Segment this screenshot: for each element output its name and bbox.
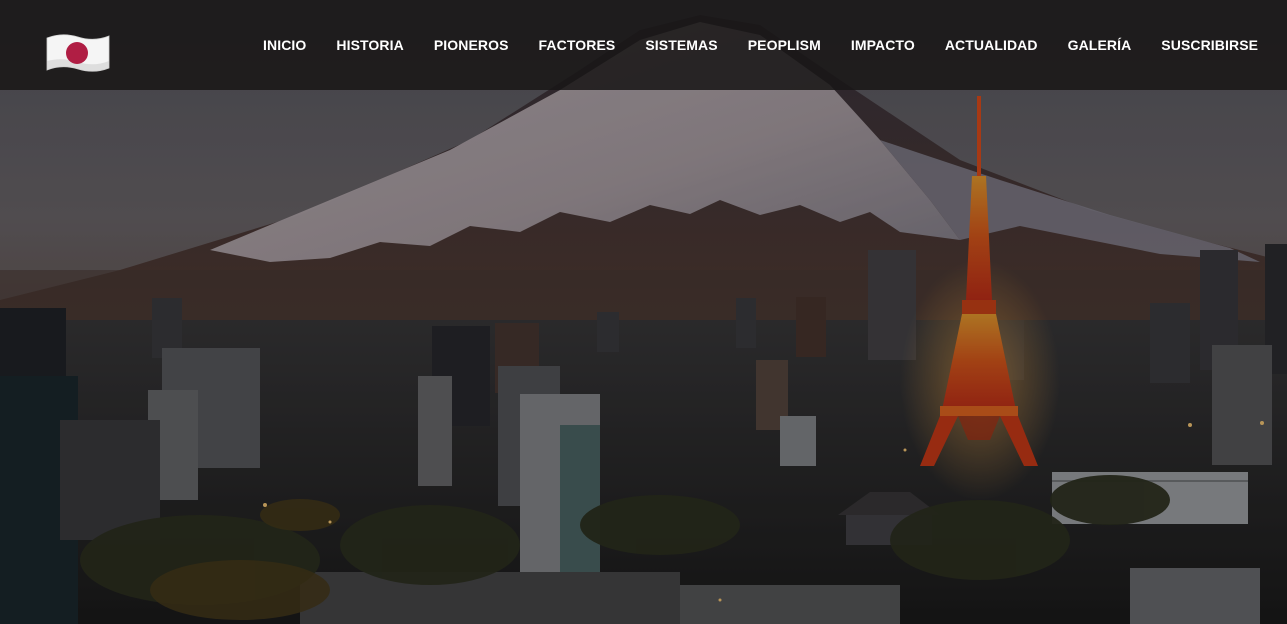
nav-item-actualidad[interactable]: ACTUALIDAD	[930, 0, 1053, 90]
nav-item-sistemas[interactable]: SISTEMAS	[630, 0, 732, 90]
main-nav: INICIO HISTORIA PIONEROS FACTORES SISTEM…	[248, 0, 1273, 90]
nav-item-historia[interactable]: HISTORIA	[321, 0, 418, 90]
nav-item-peoplism[interactable]: PEOPLISM	[733, 0, 836, 90]
nav-item-impacto[interactable]: IMPACTO	[836, 0, 930, 90]
japan-flag-icon[interactable]	[46, 31, 110, 75]
nav-item-galeria[interactable]: GALERÍA	[1053, 0, 1147, 90]
landing-page: INICIO HISTORIA PIONEROS FACTORES SISTEM…	[0, 0, 1287, 624]
nav-item-suscribirse[interactable]: SUSCRIBIRSE	[1146, 0, 1273, 90]
nav-item-factores[interactable]: FACTORES	[524, 0, 631, 90]
nav-item-inicio[interactable]: INICIO	[248, 0, 321, 90]
hero-image	[0, 0, 1287, 624]
nav-item-pioneros[interactable]: PIONEROS	[419, 0, 524, 90]
header: INICIO HISTORIA PIONEROS FACTORES SISTEM…	[0, 0, 1287, 90]
